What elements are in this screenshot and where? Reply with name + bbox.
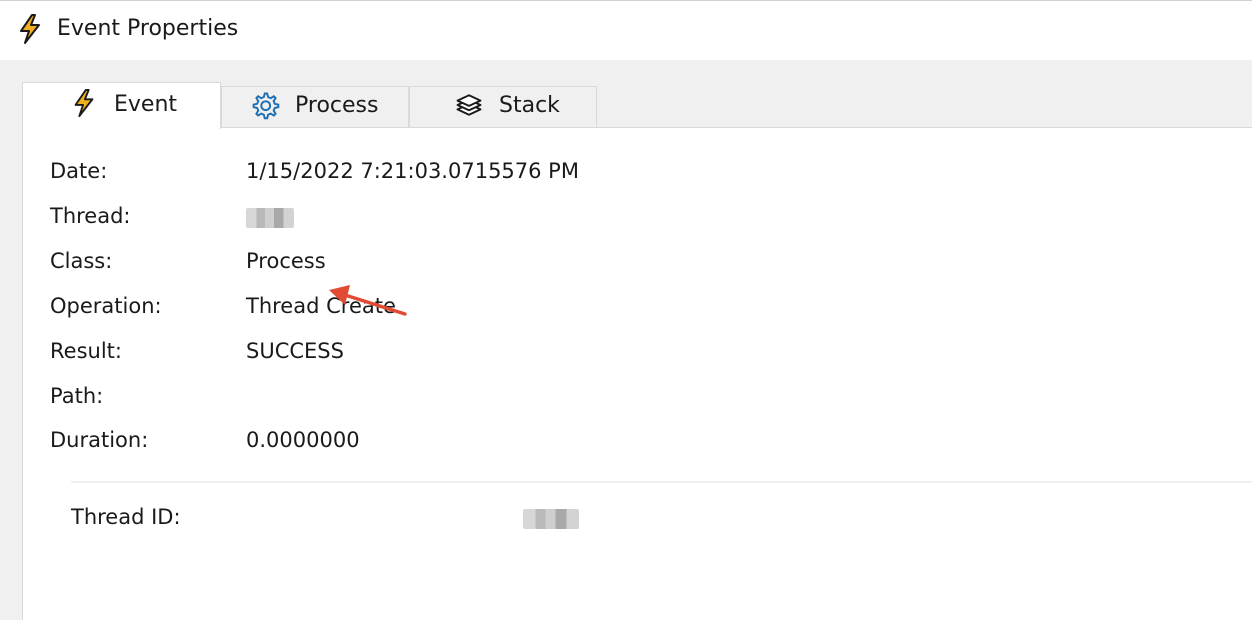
- class-value: Process: [246, 249, 326, 273]
- window-title: Event Properties: [57, 16, 239, 41]
- duration-value: 0.0000000: [246, 428, 360, 452]
- row-result: Result: SUCCESS: [50, 339, 750, 369]
- duration-label: Duration:: [50, 428, 149, 452]
- thread-value-redacted: [246, 208, 294, 228]
- thread-label: Thread:: [50, 204, 131, 228]
- date-value: 1/15/2022 7:21:03.0715576 PM: [246, 159, 579, 183]
- layers-icon: [456, 94, 482, 116]
- thread-id-value-redacted: [523, 509, 579, 529]
- tab-stack[interactable]: Stack: [409, 86, 597, 128]
- tab-event-label: Event: [114, 92, 178, 117]
- path-label: Path:: [50, 384, 104, 408]
- operation-label: Operation:: [50, 294, 162, 318]
- thread-id-label: Thread ID:: [71, 505, 181, 529]
- row-path: Path:: [50, 384, 750, 414]
- tab-event[interactable]: Event: [22, 82, 221, 129]
- result-label: Result:: [50, 339, 122, 363]
- section-divider: [71, 481, 1252, 483]
- tab-stack-label: Stack: [499, 93, 560, 118]
- row-duration: Duration: 0.0000000: [50, 428, 750, 458]
- row-thread: Thread:: [50, 204, 750, 234]
- lightning-icon: [74, 88, 94, 118]
- tab-process-label: Process: [295, 93, 379, 118]
- lightning-icon: [20, 14, 40, 44]
- class-label: Class:: [50, 249, 113, 273]
- annotation-arrow-icon: [329, 285, 407, 316]
- result-value: SUCCESS: [246, 339, 344, 363]
- gear-icon: [252, 92, 280, 120]
- tab-process[interactable]: Process: [221, 86, 409, 128]
- event-panel: Date: 1/15/2022 7:21:03.0715576 PM Threa…: [22, 127, 1252, 620]
- title-bar: Event Properties: [0, 0, 1252, 60]
- tab-strip: Event Process Stack: [22, 82, 1252, 129]
- row-thread-id: Thread ID:: [71, 505, 771, 535]
- date-label: Date:: [50, 159, 108, 183]
- row-date: Date: 1/15/2022 7:21:03.0715576 PM: [50, 159, 750, 189]
- dialog-client-area: Event Process Stack Date: 1/15/2022 7:21…: [0, 60, 1252, 620]
